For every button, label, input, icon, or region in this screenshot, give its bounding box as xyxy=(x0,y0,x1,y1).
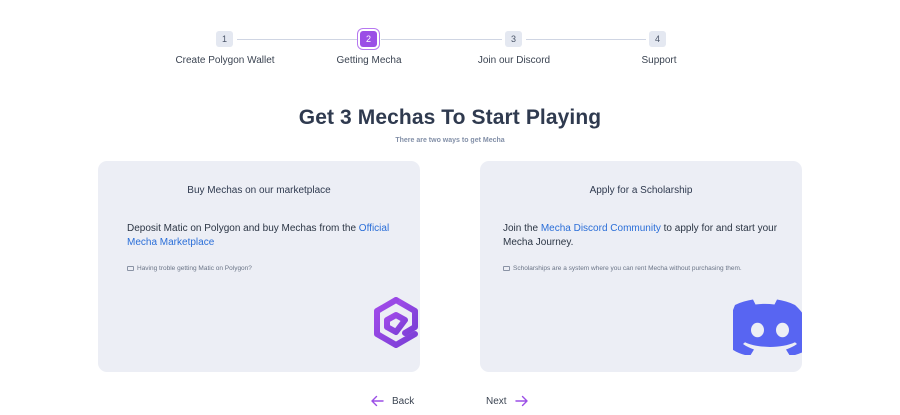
next-button-label: Next xyxy=(486,395,507,407)
scholarship-card-title: Apply for a Scholarship xyxy=(589,185,693,196)
step-1-label: Create Polygon Wallet xyxy=(175,55,275,66)
step-connector xyxy=(526,39,646,40)
step-3-number[interactable]: 3 xyxy=(505,31,522,47)
marketplace-card: Buy Mechas on our marketplace Deposit Ma… xyxy=(98,161,420,372)
scholarship-body-prefix: Join the xyxy=(503,223,541,234)
step-2-number[interactable]: 2 xyxy=(360,31,377,47)
arrow-left-icon xyxy=(371,395,384,407)
step-1-number[interactable]: 1 xyxy=(216,31,233,47)
card-icon xyxy=(127,265,134,271)
scholarship-card: Apply for a Scholarship Join the Mecha D… xyxy=(480,161,802,372)
mecha-logo-icon xyxy=(374,297,418,348)
scholarship-card-body: Join the Mecha Discord Community to appl… xyxy=(503,222,788,250)
scholarship-note-text: Scholarships are a system where you can … xyxy=(513,265,742,272)
arrow-right-icon xyxy=(514,395,528,407)
back-button[interactable]: Back xyxy=(370,395,414,407)
step-connector xyxy=(381,39,502,40)
discord-community-link[interactable]: Mecha Discord Community xyxy=(541,223,661,234)
onboarding-stepper: 1 2 3 4 Create Polygon Wallet Getting Me… xyxy=(0,31,900,71)
step-2-label: Getting Mecha xyxy=(336,55,402,66)
discord-logo-icon xyxy=(733,299,802,355)
back-button-label: Back xyxy=(392,395,415,407)
marketplace-help-note[interactable]: Having troble getting Matic on Polygon? xyxy=(127,265,417,272)
marketplace-card-body: Deposit Matic on Polygon and buy Mechas … xyxy=(127,222,397,250)
page-title: Get 3 Mechas To Start Playing xyxy=(298,106,602,129)
marketplace-card-title: Buy Mechas on our marketplace xyxy=(187,185,331,196)
step-3-label: Join our Discord xyxy=(477,55,551,66)
scholarship-info-note: Scholarships are a system where you can … xyxy=(503,265,793,272)
step-4-number[interactable]: 4 xyxy=(649,31,666,47)
next-button[interactable]: Next xyxy=(486,395,529,407)
step-connector xyxy=(237,39,357,40)
step-4-label: Support xyxy=(641,55,677,66)
page-subtitle: There are two ways to get Mecha xyxy=(395,137,505,144)
marketplace-body-text: Deposit Matic on Polygon and buy Mechas … xyxy=(127,223,359,234)
card-icon xyxy=(503,265,510,271)
marketplace-note-text: Having troble getting Matic on Polygon? xyxy=(137,265,252,272)
